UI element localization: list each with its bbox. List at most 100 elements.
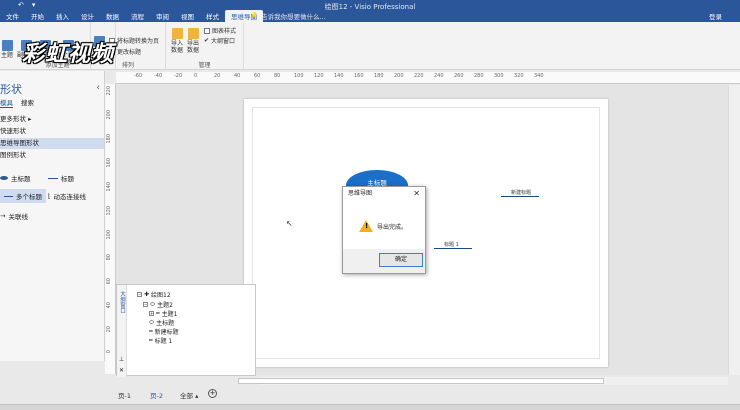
- topic-right-label[interactable]: 新建标题: [511, 189, 531, 196]
- convert-to-page-button[interactable]: 将标题转换为页: [109, 36, 159, 45]
- outline-item-main[interactable]: ⬭ 主标题: [149, 318, 174, 328]
- subtab-search[interactable]: 搜索: [21, 97, 34, 108]
- tab-file[interactable]: 文件: [0, 10, 25, 22]
- shapes-item-more[interactable]: 更多形状 ▸: [0, 114, 104, 125]
- page-tabs-bar: 页-1 页-2 全部 ▴: [0, 386, 740, 404]
- ruler-tick-label: 140: [106, 182, 112, 192]
- stencil-main-topic[interactable]: 主标题: [0, 173, 31, 183]
- dialog-message: 导出完成。: [377, 224, 408, 231]
- page-tab-all[interactable]: 全部 ▴: [180, 390, 198, 400]
- import-data-button[interactable]: 导入数据: [170, 28, 184, 54]
- connector-icon: ⌊: [48, 192, 51, 200]
- stencil-topic[interactable]: 标题: [48, 173, 74, 183]
- ruler-tick-label: 80: [106, 254, 112, 261]
- ruler-tick-label: 160: [354, 73, 364, 79]
- tab-data[interactable]: 数据: [100, 10, 125, 22]
- ruler-tick-label: 80: [274, 73, 281, 79]
- topic-mid-line[interactable]: [434, 248, 472, 249]
- close-outline-icon[interactable]: ✕: [119, 367, 124, 374]
- shapes-item-quick[interactable]: 快速形状: [0, 126, 104, 137]
- login-link[interactable]: 登录: [709, 11, 722, 21]
- relation-line-icon: →: [0, 212, 6, 220]
- ruler-tick-label: 120: [314, 73, 324, 79]
- mindmap-icon: ✚: [144, 291, 150, 298]
- topic-button[interactable]: 主题: [1, 40, 13, 59]
- outline-item-root[interactable]: − ✚ 绘图12: [137, 290, 171, 299]
- main-oval-icon: ⬭: [149, 318, 155, 326]
- vertical-ruler: 220 200 180 160 140 120 100 80 60 40 20 0: [105, 84, 116, 374]
- ruler-tick-label: 0: [106, 350, 112, 354]
- stencil-multiple-topics[interactable]: 多个标题: [0, 189, 46, 203]
- stencil-relation-line[interactable]: → 关联线: [0, 211, 28, 221]
- stencil-dynamic-connector[interactable]: ⌊ 动态连接线: [48, 191, 86, 201]
- chart-style-button[interactable]: 图表样式: [204, 26, 236, 35]
- tab-view[interactable]: 视图: [175, 10, 200, 22]
- scroll-thumb[interactable]: [238, 378, 604, 384]
- topic-mid-label[interactable]: 标题 1: [444, 241, 459, 248]
- warning-icon: [359, 220, 373, 232]
- shapes-item-mindmap[interactable]: 思维导图形状: [0, 138, 104, 149]
- ruler-tick-label: 160: [106, 158, 112, 168]
- outline-window-checkbox[interactable]: ✔ 大纲窗口: [204, 36, 235, 45]
- export-complete-dialog: 思维导图 ✕ 导出完成。 确定: [342, 186, 426, 274]
- ruler-tick-label: 240: [434, 73, 444, 79]
- caret-up-icon: ▴: [195, 392, 199, 400]
- tab-process[interactable]: 流程: [125, 10, 150, 22]
- page-tab-1[interactable]: 页-1: [118, 390, 131, 400]
- tab-home[interactable]: 开始: [25, 10, 50, 22]
- multiple-topics-icon: [4, 195, 13, 197]
- topic-icon: [1, 40, 13, 51]
- group-label-manage: 管理: [198, 62, 211, 69]
- ruler-tick-label: 40: [234, 73, 241, 79]
- outline-item-new[interactable]: ━ 新建标题: [149, 327, 179, 336]
- outline-item-topic1[interactable]: + ━ 主题1: [149, 309, 177, 318]
- vertical-scrollbar[interactable]: [728, 85, 740, 375]
- check-icon: ✔: [204, 37, 210, 44]
- ruler-tick-label: 140: [334, 73, 344, 79]
- add-page-icon[interactable]: +: [208, 389, 217, 398]
- horizontal-scrollbar[interactable]: [238, 377, 728, 385]
- export-data-button[interactable]: 导出数据: [186, 28, 200, 54]
- topic-oval-icon: ⬭: [150, 300, 156, 308]
- ruler-tick-label: 220: [414, 73, 424, 79]
- tab-review[interactable]: 审阅: [150, 10, 175, 22]
- pin-icon[interactable]: ⊥: [119, 356, 124, 363]
- dialog-body: 导出完成。: [343, 201, 425, 249]
- subtab-stencils[interactable]: 模具: [0, 97, 13, 108]
- outline-item-title1[interactable]: ━ 标题 1: [149, 336, 172, 345]
- ruler-tick-label: -60: [134, 73, 143, 79]
- topic-line-icon: ━: [156, 310, 160, 317]
- topic-right-line[interactable]: [501, 196, 539, 197]
- drawing-page[interactable]: 主标题 新建标题 标题 1: [244, 99, 608, 367]
- ruler-tick-label: 120: [106, 206, 112, 216]
- ruler-tick-label: 280: [474, 73, 484, 79]
- ruler-tick-label: -40: [154, 73, 163, 79]
- ribbon: 主题 副标题 对等 多个副标题 添加主题 自动排列 将标题转换为页 更改标题 排…: [0, 22, 740, 70]
- chart-style-icon: [204, 27, 210, 34]
- tell-me-box[interactable]: 💡 告诉我你想要做什么...: [250, 11, 326, 21]
- ruler-tick-label: 260: [454, 73, 464, 79]
- ruler-tick-label: 0: [194, 73, 198, 79]
- horizontal-ruler: -60 -40 -20 0 20 40 60 80 100 120 140 160 180 200 220 2…: [116, 72, 740, 84]
- page-tab-2[interactable]: 页-2: [150, 390, 163, 400]
- ruler-tick-label: 180: [374, 73, 384, 79]
- tab-styles[interactable]: 样式: [200, 10, 225, 22]
- topic-line-icon: ━: [149, 328, 153, 335]
- ruler-tick-label: 320: [514, 73, 524, 79]
- shapes-item-legend[interactable]: 图例形状: [0, 150, 104, 161]
- close-icon[interactable]: ✕: [413, 189, 420, 198]
- ruler-tick-label: 40: [106, 302, 112, 309]
- shapes-subtabs: 模具 搜索: [0, 97, 34, 108]
- collapse-box-icon: −: [137, 292, 142, 297]
- ruler-tick-label: 20: [106, 326, 112, 333]
- tab-design[interactable]: 设计: [75, 10, 100, 22]
- ruler-tick-label: 60: [254, 73, 261, 79]
- export-icon: [187, 28, 199, 39]
- watermark-logo: 彩虹视频: [22, 42, 115, 67]
- collapse-chevron-icon[interactable]: ‹: [96, 83, 100, 93]
- main-topic-shape-icon: [0, 176, 8, 180]
- tell-me-text: 告诉我你想要做什么...: [261, 13, 326, 21]
- ok-button[interactable]: 确定: [379, 253, 423, 267]
- outline-item-topic2[interactable]: − ⬭ 主题2: [143, 300, 173, 309]
- tab-insert[interactable]: 插入: [50, 10, 75, 22]
